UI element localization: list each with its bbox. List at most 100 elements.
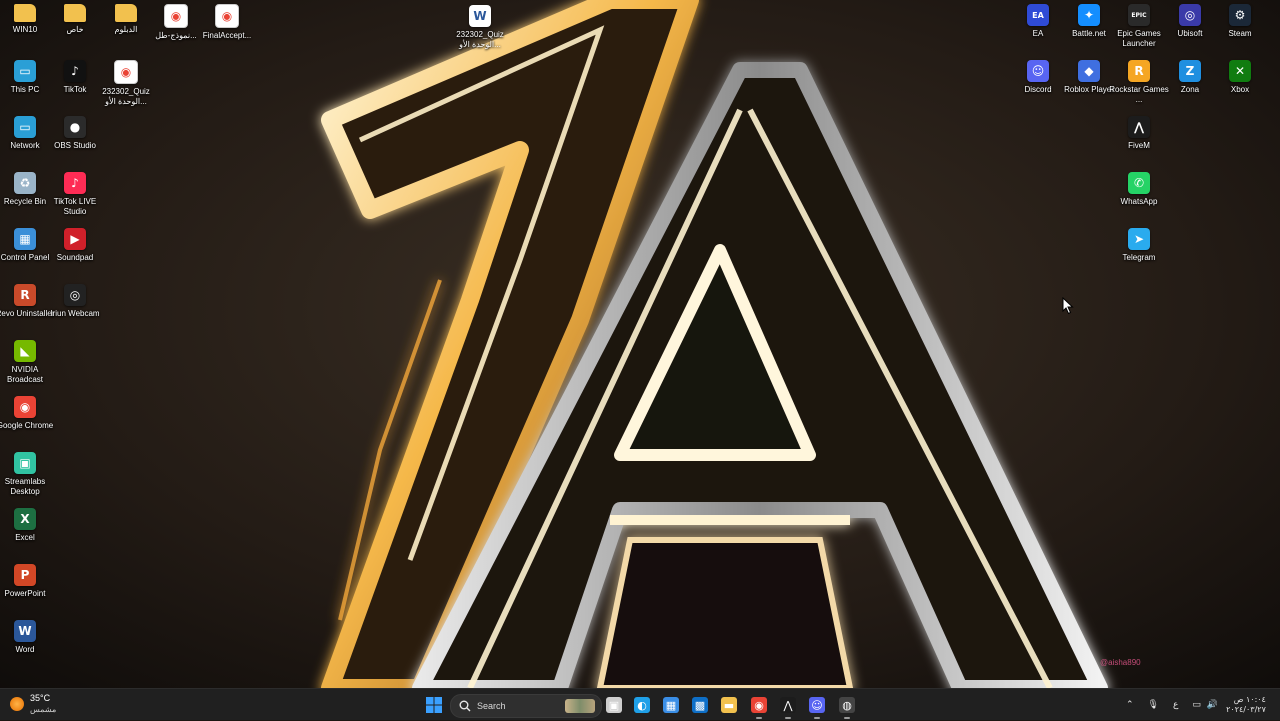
desktop-icon-label: WhatsApp (1120, 197, 1158, 206)
desktop-icon-label: Soundpad (56, 253, 94, 262)
network-icon[interactable]: ▭ (1192, 700, 1201, 710)
desktop-icon-whatsapp[interactable]: ✆ WhatsApp (1114, 172, 1164, 207)
powerpoint-icon: P (14, 564, 36, 586)
network-icon: ▭ (14, 116, 36, 138)
chrome-icon: ◉ (751, 697, 767, 713)
desktop-icon-network[interactable]: ▭ Network (0, 116, 50, 151)
desktop-icon-telegram[interactable]: ➤ Telegram (1114, 228, 1164, 263)
clock-date: ٢٠٢٤/٠٣/٢٧ (1226, 705, 1266, 714)
desktop-icon-label: FinalAccept... (202, 31, 252, 40)
desktop-icon-roblox[interactable]: ◆ Roblox Player (1064, 60, 1114, 95)
desktop-icon-chrome[interactable]: ◉ Google Chrome (0, 396, 53, 431)
sun-icon (10, 697, 24, 711)
desktop-icon-powerpoint[interactable]: P PowerPoint (0, 564, 50, 599)
battlenet-icon: ✦ (1078, 4, 1100, 26)
desktop-icon-ubisoft[interactable]: ◎ Ubisoft (1165, 4, 1215, 39)
streamlabs-icon: ▣ (14, 452, 36, 474)
desktop-icon-label: Xbox (1230, 85, 1250, 94)
desktop-icon-webcam[interactable]: ◎ Iriun Webcam (50, 284, 100, 319)
desktop-icon-streamlabs[interactable]: ▣ Streamlabs Desktop (0, 452, 50, 497)
microphone-icon[interactable]: 🎙 (1148, 700, 1159, 710)
taskbar-task-view-button[interactable]: ▣ (604, 695, 624, 715)
desktop-icon-chrome-html-file[interactable]: ◉ 232302_Quiz الوحدة الأو... (101, 60, 151, 107)
fivem-icon: ⋀ (780, 697, 796, 713)
desktop-icon-discord[interactable]: ☺ Discord (1013, 60, 1063, 95)
start-button[interactable] (424, 695, 444, 715)
desktop-icon-battlenet[interactable]: ✦ Battle.net (1064, 4, 1114, 39)
desktop-icon-steam[interactable]: ⚙ Steam (1215, 4, 1265, 39)
desktop-icon-monitor[interactable]: ▭ This PC (0, 60, 50, 95)
desktop-icon-tiktok[interactable]: ♪ TikTok (50, 60, 100, 95)
word-document-icon: W (469, 5, 491, 27)
desktop-icon-soundpad[interactable]: ▶ Soundpad (50, 228, 100, 263)
input-language-indicator[interactable]: ع (1173, 700, 1178, 710)
steam-icon: ⚙ (1229, 4, 1251, 26)
chrome-icon: ◉ (14, 396, 36, 418)
folder-icon (115, 4, 137, 22)
desktop-icon-chrome-html-file[interactable]: ◉ FinalAccept... (202, 4, 252, 41)
watermark-text: @aisha890 (1100, 658, 1141, 667)
taskbar-edge-button[interactable]: ◐ (632, 695, 652, 715)
taskbar-file-explorer-button[interactable]: ▬ (719, 695, 739, 715)
ea-icon: EA (1027, 4, 1049, 26)
show-hidden-icons-chevron-icon[interactable]: ⌃ (1126, 700, 1134, 710)
desktop-icon-excel[interactable]: X Excel (0, 508, 50, 543)
clock[interactable]: ١٠:٠٤ ص ٢٠٢٤/٠٣/٢٧ (1226, 695, 1266, 715)
weather-condition: مشمس (30, 705, 57, 714)
desktop-icon-label: Steam (1228, 29, 1252, 38)
desktop-icon-label: Google Chrome (0, 421, 54, 430)
roblox-icon: ◆ (1078, 60, 1100, 82)
folder-icon (14, 4, 36, 22)
weather-temperature: 35°C (30, 693, 51, 703)
desktop-icon-chrome-html-file[interactable]: ◉ نموذج-طل... (151, 4, 201, 41)
running-indicator (844, 717, 850, 719)
desktop-icon-folder[interactable]: الدبلوم (101, 4, 151, 35)
desktop-icon-control-panel[interactable]: ▦ Control Panel (0, 228, 50, 263)
running-indicator (756, 717, 762, 719)
chrome-html-file-icon: ◉ (215, 4, 239, 28)
chrome-html-file-icon: ◉ (114, 60, 138, 84)
taskbar-fivem-button[interactable]: ⋀ (778, 695, 798, 719)
word-icon: W (14, 620, 36, 642)
desktop-icon-folder[interactable]: WIN10 (0, 4, 50, 35)
nvidia-icon: ◣ (14, 340, 36, 362)
taskbar-search-box[interactable]: Search (450, 694, 602, 718)
photos-icon: ▩ (692, 697, 708, 713)
taskbar-obs-recording-button[interactable]: ◍ (837, 695, 857, 719)
desktop-icon-fivem[interactable]: ⋀ FiveM (1114, 116, 1164, 151)
desktop-icon-label: Word (15, 645, 35, 654)
taskbar-chrome-button[interactable]: ◉ (749, 695, 769, 719)
desktop-icon-rockstar[interactable]: R Rockstar Games ... (1109, 60, 1169, 105)
tiktok-live-icon: ♪ (64, 172, 86, 194)
taskbar-photos-button[interactable]: ▩ (690, 695, 710, 715)
weather-widget[interactable]: 35°C مشمس (10, 693, 56, 715)
telegram-icon: ➤ (1128, 228, 1150, 250)
volume-icon[interactable]: 🔊 (1207, 700, 1218, 710)
desktop-icon-recycle-bin[interactable]: ♻ Recycle Bin (0, 172, 50, 207)
desktop-icon-xbox[interactable]: ✕ Xbox (1215, 60, 1265, 95)
taskbar-microsoft-store-button[interactable]: ▦ (661, 695, 681, 715)
ubisoft-icon: ◎ (1179, 4, 1201, 26)
desktop-icon-quiz-document[interactable]: W 232302_Quiz الوحدة الأو... (455, 5, 505, 50)
desktop-icon-tiktok-live[interactable]: ♪ TikTok LIVE Studio (50, 172, 100, 217)
discord-icon: ☺ (1027, 60, 1049, 82)
obs-recording-icon: ◍ (839, 697, 855, 713)
desktop-icon-label: PowerPoint (4, 589, 46, 598)
desktop-icon-revo[interactable]: R Revo Uninstaller (0, 284, 54, 319)
desktop-icon-nvidia[interactable]: ◣ NVIDIA Broadcast (0, 340, 50, 385)
obs-icon: ● (64, 116, 86, 138)
desktop-icon-obs[interactable]: ● OBS Studio (50, 116, 100, 151)
desktop-icon-zona[interactable]: Z Zona (1165, 60, 1215, 95)
edge-icon: ◐ (634, 697, 650, 713)
desktop-icon-ea[interactable]: EA EA (1013, 4, 1063, 39)
desktop-icon-word[interactable]: W Word (0, 620, 50, 655)
desktop-icon-label: NVIDIA Broadcast (6, 365, 44, 384)
task-view-icon: ▣ (606, 697, 622, 713)
taskbar-discord-button[interactable]: ☺ (807, 695, 827, 719)
desktop-icon-epic-games[interactable]: EPIC Epic Games Launcher (1114, 4, 1164, 49)
file-explorer-icon: ▬ (721, 697, 737, 713)
rockstar-icon: R (1128, 60, 1150, 82)
desktop-icon-folder[interactable]: خاص (50, 4, 100, 35)
search-placeholder: Search (477, 701, 506, 711)
soundpad-icon: ▶ (64, 228, 86, 250)
